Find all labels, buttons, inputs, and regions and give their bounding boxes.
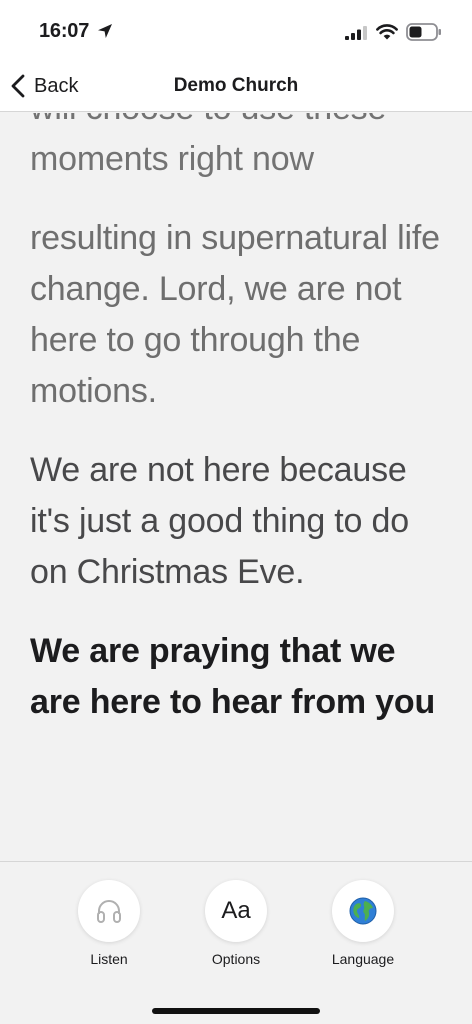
listen-circle bbox=[78, 880, 140, 942]
options-button[interactable]: Aa Options bbox=[191, 880, 281, 967]
status-time: 16:07 bbox=[39, 20, 90, 42]
transcript-paragraph: We are not here because it's just a good… bbox=[30, 451, 409, 591]
language-circle bbox=[332, 880, 394, 942]
listen-button[interactable]: Listen bbox=[64, 880, 154, 967]
transcript-paragraph: resulting in supernatural life change. L… bbox=[30, 219, 440, 410]
text-size-icon: Aa bbox=[221, 897, 251, 924]
listen-label: Listen bbox=[90, 951, 128, 967]
transcript-content: will choose to use these moments right n… bbox=[30, 113, 450, 756]
language-label: Language bbox=[331, 951, 395, 967]
navigation-bar: Back Demo Church bbox=[0, 62, 472, 112]
transcript-paragraph-current: We are praying that we are here to hear … bbox=[30, 632, 436, 721]
battery-icon bbox=[406, 23, 441, 41]
headphones-icon bbox=[97, 900, 121, 923]
transcript-paragraph: will choose to use these moments right n… bbox=[30, 113, 386, 178]
options-label: Options bbox=[211, 951, 261, 967]
status-bar: 16:07 bbox=[0, 0, 472, 62]
location-arrow-icon bbox=[98, 24, 112, 38]
screen: 16:07 Back Demo Church moments right now… bbox=[0, 0, 472, 1024]
language-button[interactable]: Language bbox=[318, 880, 408, 967]
options-circle: Aa bbox=[205, 880, 267, 942]
home-indicator[interactable] bbox=[152, 1008, 320, 1014]
bottom-toolbar: Listen Aa Options Language bbox=[0, 861, 472, 1024]
wifi-icon bbox=[376, 24, 398, 40]
page-title: Demo Church bbox=[173, 75, 299, 96]
globe-icon bbox=[349, 897, 377, 925]
transcript-view[interactable]: will choose to use these moments right n… bbox=[0, 113, 472, 861]
cellular-signal-icon bbox=[345, 26, 367, 40]
